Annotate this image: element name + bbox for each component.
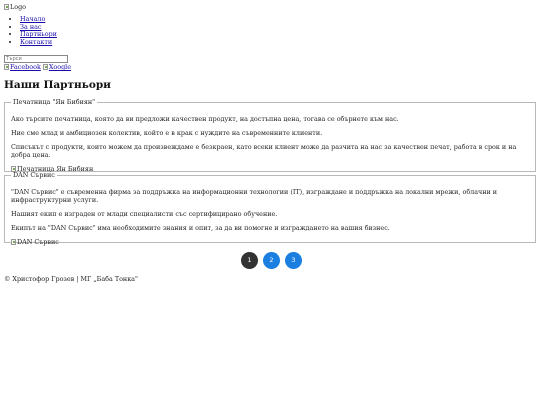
partner-image: DAN Сървис <box>11 238 59 246</box>
main-nav: Начало За нас Партньори Контакти <box>0 15 57 47</box>
partner-card-printing: Печатница "Ян Бибиян" Ако търсите печатн… <box>4 98 536 173</box>
social-links: Facebook Xoogle <box>4 63 71 71</box>
partner-image-alt: DAN Сървис <box>17 238 59 246</box>
partner-paragraph: "DAN Сървис" е съвременна фирма за поддр… <box>11 188 498 204</box>
broken-image-icon <box>11 239 16 245</box>
search-input[interactable] <box>4 55 68 63</box>
partner-paragraph: Списъкът с продукти, които можем да прои… <box>11 143 517 159</box>
page-button-2[interactable]: 2 <box>263 252 280 269</box>
partner-paragraph: Ние сме млад и амбициозен колектив, койт… <box>11 129 323 137</box>
footer-text: © Христофор Грозев | МГ „Баба Тонка" <box>4 275 138 283</box>
nav-item-contacts: Контакти <box>20 38 57 47</box>
partner-name: DAN Сървис <box>13 171 55 179</box>
facebook-link[interactable]: Facebook <box>4 63 41 71</box>
partner-card-dan-service: DAN Сървис "DAN Сървис" е съвременна фир… <box>4 171 536 246</box>
facebook-link-text: Facebook <box>10 63 41 71</box>
page-button-3[interactable]: 3 <box>285 252 302 269</box>
xoogle-icon <box>42 64 48 70</box>
logo-alt-text: Logo <box>10 3 27 11</box>
partner-name: Печатница "Ян Бибиян" <box>13 98 96 106</box>
xoogle-link-text: Xoogle <box>48 63 72 71</box>
partner-paragraph: Нашият екип е изграден от млади специали… <box>11 210 278 218</box>
page-title: Наши Партньори <box>4 79 111 91</box>
page-button-1[interactable]: 1 <box>241 252 258 269</box>
xoogle-link[interactable]: Xoogle <box>42 63 72 71</box>
facebook-icon <box>4 64 9 70</box>
partner-paragraph: Екипът на "DAN Сървис" има необходимите … <box>11 224 390 232</box>
broken-image-icon <box>4 4 9 10</box>
nav-link-contacts[interactable]: Контакти <box>20 38 52 46</box>
logo: Logo <box>4 3 26 11</box>
footer: © Христофор Грозев | МГ „Баба Тонка" <box>4 275 138 283</box>
pagination: 1 2 3 <box>241 252 302 269</box>
partner-paragraph: Ако търсите печатница, която да ви предл… <box>11 115 399 123</box>
